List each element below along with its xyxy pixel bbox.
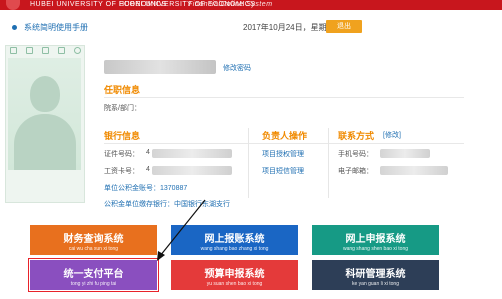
pointer-arrow-icon bbox=[157, 199, 206, 261]
